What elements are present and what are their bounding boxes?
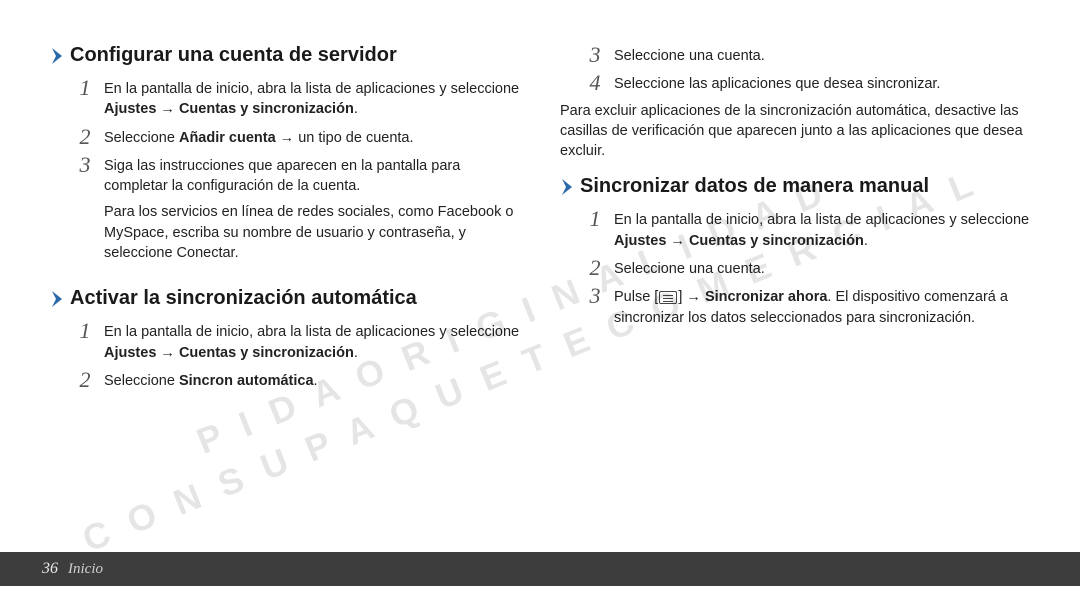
step-number: 1: [76, 320, 94, 342]
step-number: 1: [76, 77, 94, 99]
page-footer: 36 Inicio: [0, 552, 1080, 586]
step: 2 Seleccione una cuenta.: [560, 257, 1030, 279]
step-number: 1: [586, 208, 604, 230]
step: 2 Seleccione Sincron automática.: [50, 369, 520, 391]
step-text: En la pantalla de inicio, abra la lista …: [614, 208, 1030, 251]
step-text: Seleccione Añadir cuenta → un tipo de cu…: [104, 126, 520, 148]
footer-section-label: Inicio: [68, 561, 103, 578]
step: 4 Seleccione las aplicaciones que desea …: [560, 72, 1030, 94]
step-number: 2: [76, 369, 94, 391]
step: 2 Seleccione Añadir cuenta → un tipo de …: [50, 126, 520, 148]
page-number: 36: [42, 560, 58, 578]
step: 3 Pulse [] → Sincronizar ahora. El dispo…: [560, 285, 1030, 328]
step-text: Seleccione Sincron automática.: [104, 369, 520, 391]
step: 1 En la pantalla de inicio, abra la list…: [50, 77, 520, 120]
section-heading-configure: Configurar una cuenta de servidor: [50, 44, 520, 67]
chevron-icon: [560, 179, 574, 195]
step-number: 3: [586, 44, 604, 66]
page: Configurar una cuenta de servidor 1 En l…: [0, 0, 1080, 586]
step-text: Pulse [] → Sincronizar ahora. El disposi…: [614, 285, 1030, 328]
step-text: En la pantalla de inicio, abra la lista …: [104, 320, 520, 363]
step-number: 3: [586, 285, 604, 307]
step: 1 En la pantalla de inicio, abra la list…: [560, 208, 1030, 251]
step: 3 Siga las instrucciones que aparecen en…: [50, 154, 520, 197]
section-title: Configurar una cuenta de servidor: [70, 44, 397, 67]
extra-paragraph: Para excluir aplicaciones de la sincroni…: [560, 101, 1030, 162]
chevron-icon: [50, 291, 64, 307]
step: 3 Seleccione una cuenta.: [560, 44, 1030, 66]
step-text: En la pantalla de inicio, abra la lista …: [104, 77, 520, 120]
section-heading-autosync: Activar la sincronización automática: [50, 287, 520, 310]
section-heading-manualsync: Sincronizar datos de manera manual: [560, 175, 1030, 198]
section-title: Activar la sincronización automática: [70, 287, 417, 310]
section-title: Sincronizar datos de manera manual: [580, 175, 929, 198]
step-number: 2: [586, 257, 604, 279]
step-number: 3: [76, 154, 94, 176]
step-text: Seleccione una cuenta.: [614, 44, 1030, 66]
right-column: 3 Seleccione una cuenta. 4 Seleccione la…: [560, 44, 1030, 397]
step-text: Seleccione las aplicaciones que desea si…: [614, 72, 1030, 94]
left-column: Configurar una cuenta de servidor 1 En l…: [50, 44, 520, 397]
step-text: Siga las instrucciones que aparecen en l…: [104, 154, 520, 197]
step: 1 En la pantalla de inicio, abra la list…: [50, 320, 520, 363]
content-columns: Configurar una cuenta de servidor 1 En l…: [50, 44, 1030, 397]
step-number: 2: [76, 126, 94, 148]
step-number: 4: [586, 72, 604, 94]
menu-key-icon: [659, 291, 677, 304]
note-text: Para los servicios en línea de redes soc…: [50, 202, 520, 263]
step-text: Seleccione una cuenta.: [614, 257, 1030, 279]
chevron-icon: [50, 48, 64, 64]
